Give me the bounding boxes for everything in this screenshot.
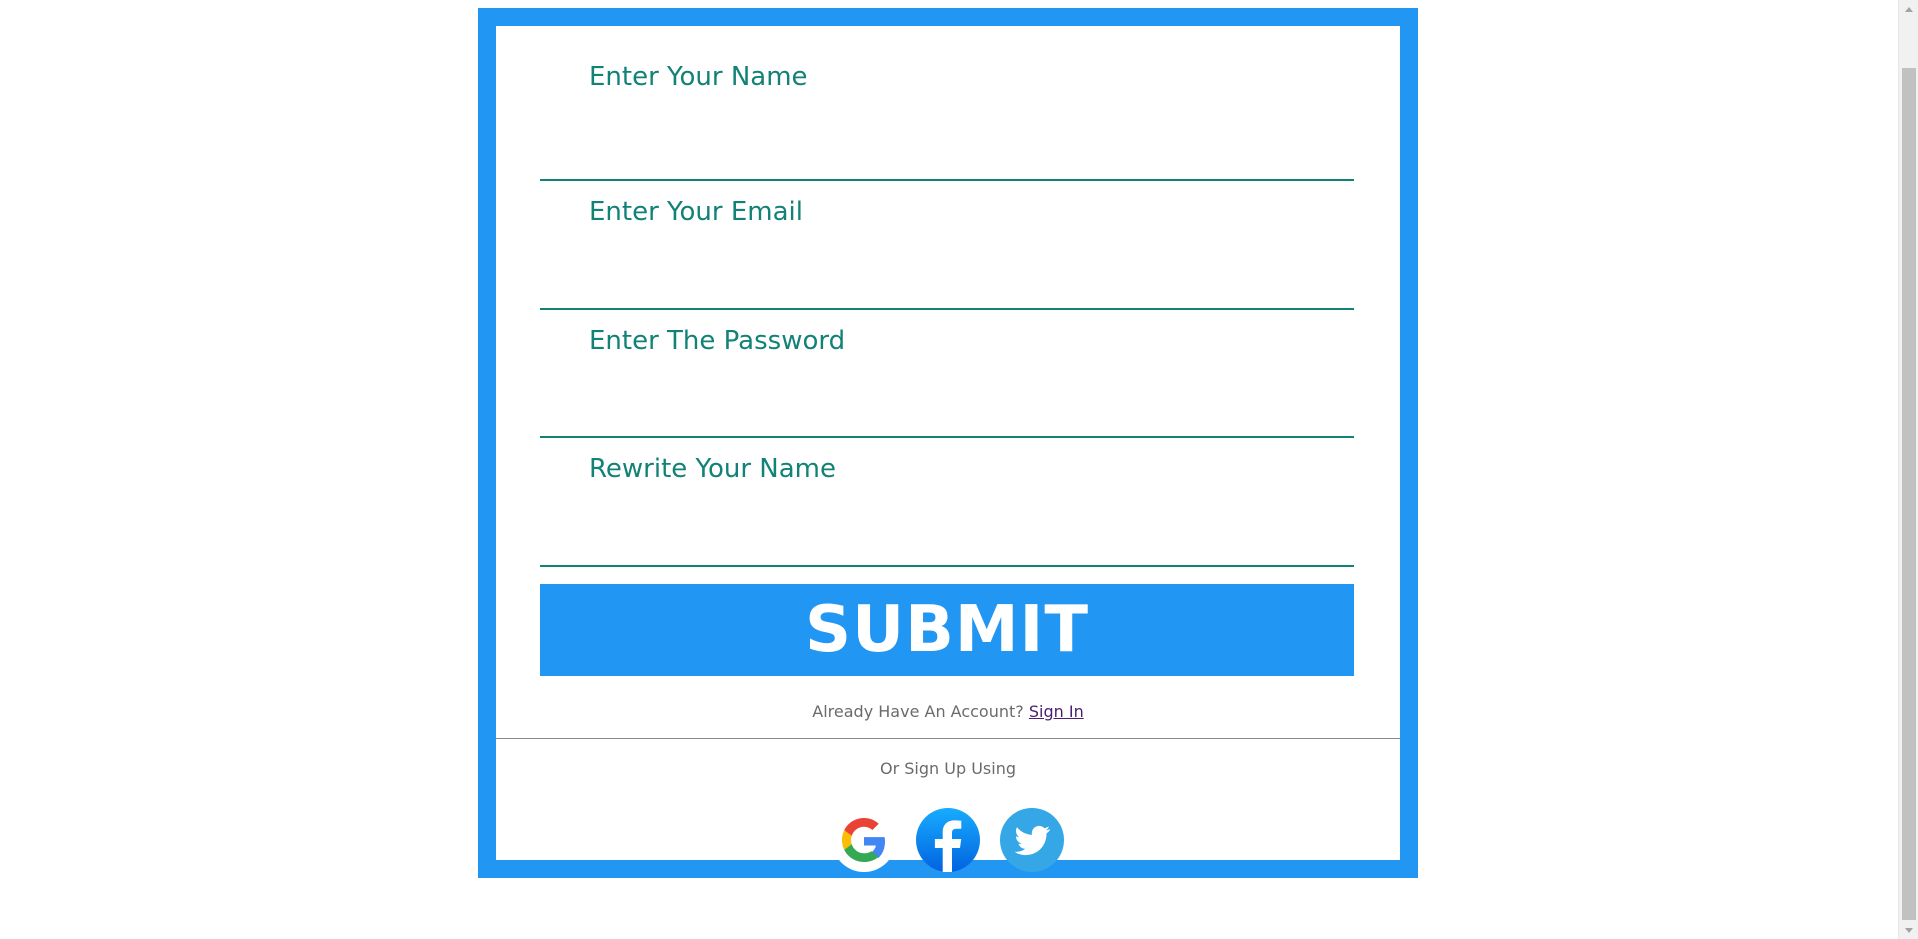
or-sign-up-using-text: Or Sign Up Using: [880, 759, 1016, 778]
email-field-label: Enter Your Email: [589, 197, 803, 227]
name-input[interactable]: [540, 133, 1358, 175]
facebook-icon[interactable]: [916, 808, 980, 872]
sign-in-link[interactable]: Sign In: [1029, 702, 1084, 721]
password-field-label: Enter The Password: [589, 326, 846, 356]
divider: [496, 738, 1400, 739]
name-field[interactable]: Enter Your Name: [540, 46, 1358, 181]
scroll-thumb[interactable]: [1902, 68, 1916, 920]
rewrite-name-input[interactable]: [540, 519, 1358, 561]
google-icon[interactable]: [832, 808, 896, 872]
scrollbar[interactable]: [1898, 0, 1918, 939]
page: Enter Your Name Enter Your Email Enter T…: [0, 0, 1918, 939]
password-field[interactable]: Enter The Password: [540, 310, 1358, 438]
social-buttons: [496, 808, 1400, 872]
twitter-icon[interactable]: [1000, 808, 1064, 872]
email-field[interactable]: Enter Your Email: [540, 181, 1358, 310]
name-field-label: Enter Your Name: [589, 62, 808, 92]
already-have-account: Already Have An Account? Sign In: [496, 702, 1400, 721]
scroll-down-arrow-icon[interactable]: [1899, 923, 1918, 937]
already-have-account-text: Already Have An Account?: [812, 702, 1024, 721]
rewrite-name-field[interactable]: Rewrite Your Name: [540, 438, 1358, 567]
signup-card: Enter Your Name Enter Your Email Enter T…: [478, 8, 1418, 878]
email-input[interactable]: [540, 262, 1358, 304]
submit-button[interactable]: SUBMIT: [540, 584, 1354, 676]
rewrite-name-field-label: Rewrite Your Name: [589, 454, 836, 484]
scroll-up-arrow-icon[interactable]: [1899, 2, 1918, 16]
password-input[interactable]: [540, 390, 1358, 432]
